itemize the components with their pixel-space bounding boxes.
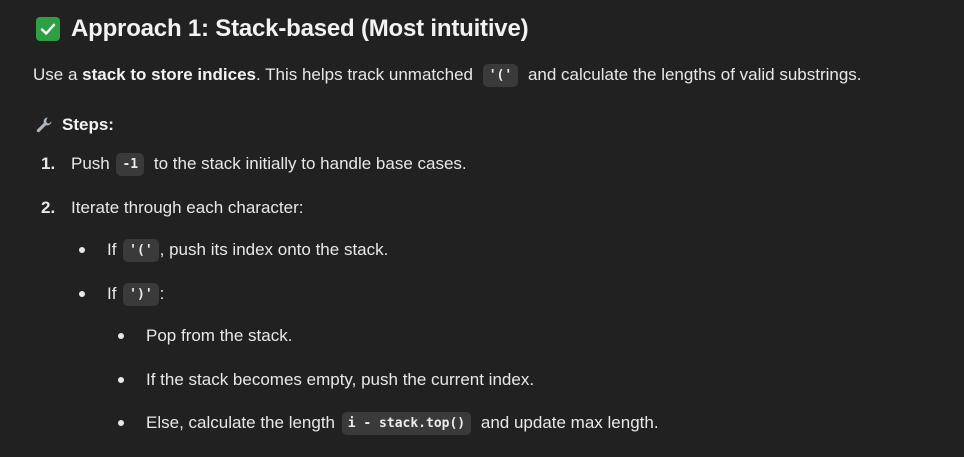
step-1-number: 1.	[41, 154, 56, 173]
bullet-open-suffix: , push its index onto the stack.	[159, 240, 389, 259]
wrench-icon	[34, 115, 54, 135]
page: Approach 1: Stack-based (Most intuitive)…	[0, 0, 964, 457]
approach-heading: Approach 1: Stack-based (Most intuitive)	[36, 14, 529, 44]
steps-heading: Steps:	[34, 114, 114, 136]
bullet-dot	[79, 247, 85, 253]
sub-bullet-1: Pop from the stack.	[118, 324, 292, 348]
steps-title: Steps:	[62, 115, 114, 134]
bullet-dot	[118, 420, 124, 426]
white-check-mark-icon	[36, 17, 60, 41]
sub-bullet-3-code: i - stack.top()	[341, 411, 472, 435]
bullet-dot	[118, 377, 124, 383]
bullet-close-prefix: If	[107, 284, 122, 303]
intro-prefix: Use a	[33, 65, 83, 84]
intro-bold: stack to store indices	[82, 65, 256, 84]
sub-bullet-3-prefix: Else, calculate the length	[146, 413, 340, 432]
bullet-open-prefix: If	[107, 240, 122, 259]
bullet-close-code: ')'	[123, 282, 159, 306]
step-1-suffix: to the stack initially to handle base ca…	[149, 154, 467, 173]
bullet-open-paren: If '(' , push its index onto the stack.	[79, 238, 388, 262]
intro-suffix: and calculate the lengths of valid subst…	[523, 65, 862, 84]
bullet-close-paren: If ')' :	[79, 282, 164, 306]
sub-bullet-1-text: Pop from the stack.	[146, 326, 293, 345]
bullet-open-code: '('	[123, 238, 159, 262]
bullet-dot	[118, 333, 124, 339]
intro-middle: . This helps track unmatched	[255, 65, 478, 84]
bullet-dot	[79, 291, 85, 297]
sub-bullet-3-suffix: and update max length.	[476, 413, 659, 432]
step-1-prefix: Push	[71, 154, 115, 173]
sub-bullet-2: If the stack becomes empty, push the cur…	[118, 368, 534, 392]
bullet-close-suffix: :	[159, 284, 165, 303]
sub-bullet-2-text: If the stack becomes empty, push the cur…	[146, 370, 535, 389]
step-1-code: -1	[116, 152, 145, 176]
step-2-text: Iterate through each character:	[71, 198, 304, 217]
step-2-number: 2.	[41, 198, 56, 217]
approach-title: Approach 1: Stack-based (Most intuitive)	[71, 15, 529, 42]
step-2: 2. Iterate through each character:	[41, 196, 303, 220]
intro-code: '('	[482, 63, 519, 87]
step-1: 1. Push -1 to the stack initially to han…	[41, 152, 467, 176]
intro-paragraph: Use a stack to store indices . This help…	[33, 63, 862, 87]
sub-bullet-3: Else, calculate the length i - stack.top…	[118, 411, 659, 435]
